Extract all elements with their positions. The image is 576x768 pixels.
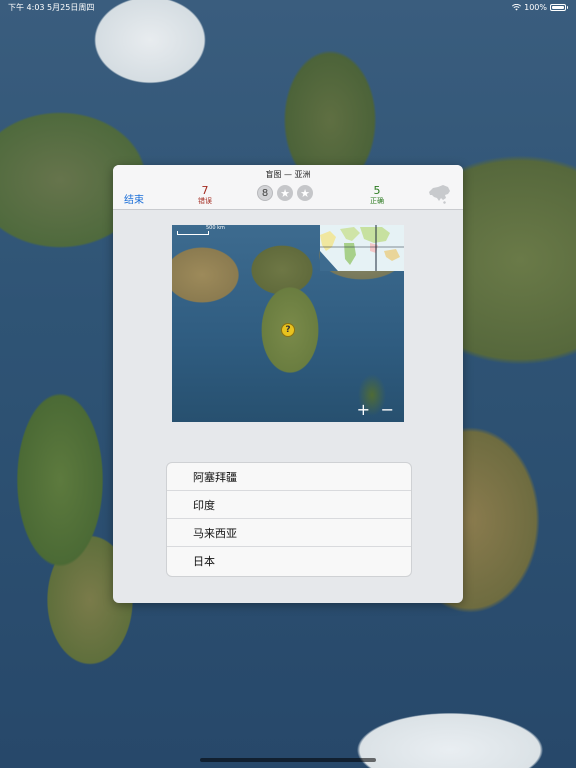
zoom-in-button[interactable]: + — [357, 402, 370, 418]
scale-bar — [177, 231, 209, 235]
question-marker-icon[interactable]: ? — [281, 323, 295, 337]
battery-icon — [550, 3, 568, 11]
right-count: 5 — [373, 184, 381, 197]
answer-option[interactable]: 阿塞拜疆 — [167, 463, 411, 491]
answer-option[interactable]: 日本 — [167, 547, 411, 575]
right-score: 5 正确 — [367, 185, 387, 206]
status-bar: 下午 4:03 5月25日周四 100% — [0, 0, 576, 14]
wrong-label: 错误 — [198, 197, 212, 205]
battery-percent: 100% — [524, 2, 547, 12]
answer-option[interactable]: 马来西亚 — [167, 519, 411, 547]
overview-minimap[interactable] — [320, 225, 404, 271]
quiz-title: 盲图 — 亚洲 — [265, 170, 311, 179]
asia-silhouette-icon — [429, 185, 450, 204]
star-icon: ★ — [297, 185, 313, 201]
quiz-panel: 盲图 — 亚洲 结束 7 错误 8 ★ ★ 5 正确 500 km ? + − … — [113, 165, 463, 603]
zoom-out-button[interactable]: − — [381, 402, 394, 418]
wrong-count: 7 — [201, 184, 209, 197]
wifi-icon — [512, 3, 522, 10]
progress-indicators: 8 ★ ★ — [257, 185, 313, 201]
wrong-score: 7 错误 — [195, 185, 215, 206]
scale-label: 500 km — [206, 225, 225, 231]
right-label: 正确 — [370, 197, 384, 205]
quiz-map[interactable]: 500 km ? + − — [172, 225, 404, 422]
quiz-header: 盲图 — 亚洲 结束 7 错误 8 ★ ★ 5 正确 — [113, 165, 463, 210]
status-time: 下午 4:03 5月25日周四 — [8, 2, 95, 12]
remaining-count: 8 — [257, 185, 273, 201]
home-indicator[interactable] — [200, 758, 376, 762]
answer-option[interactable]: 印度 — [167, 491, 411, 519]
star-icon: ★ — [277, 185, 293, 201]
answer-list: 阿塞拜疆 印度 马来西亚 日本 — [166, 462, 412, 577]
status-right: 100% — [512, 2, 568, 12]
end-button[interactable]: 结束 — [124, 191, 144, 206]
